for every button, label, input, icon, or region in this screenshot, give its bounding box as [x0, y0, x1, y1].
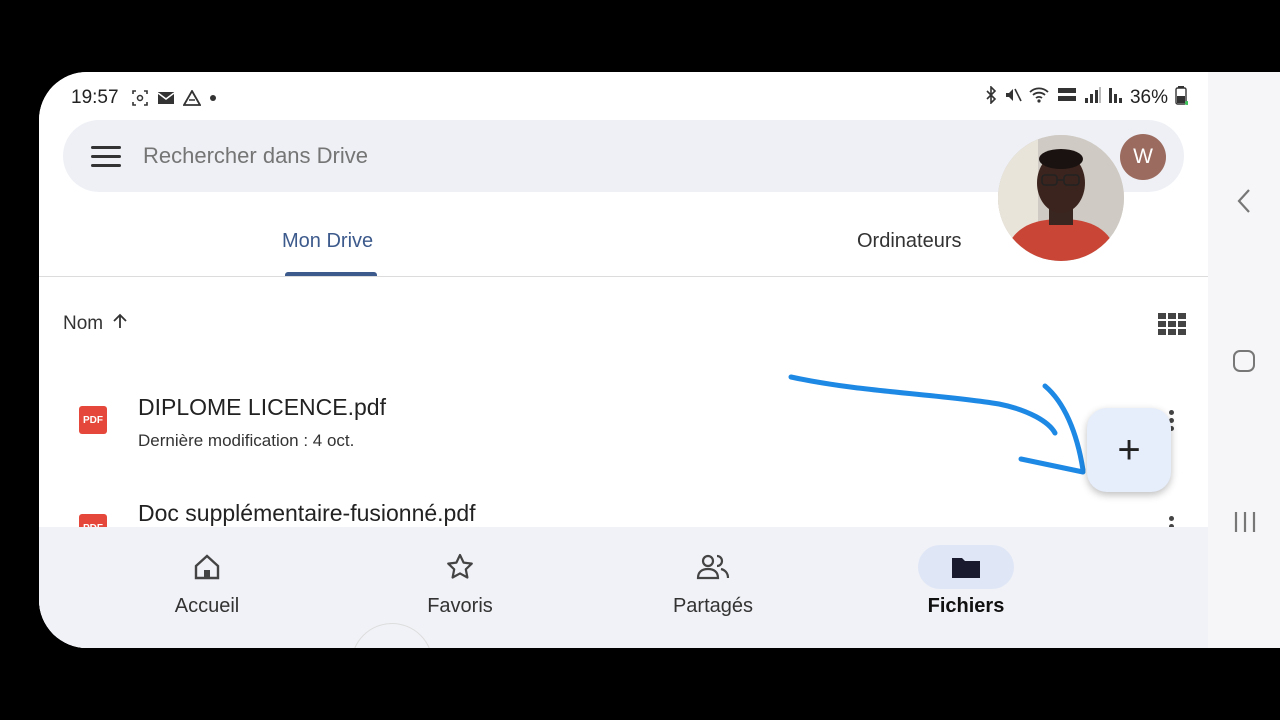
home-icon: [107, 545, 307, 589]
nav-accueil[interactable]: Accueil: [107, 545, 307, 618]
bottom-navigation: Accueil Favoris Partagés Fichiers: [39, 527, 1208, 648]
recents-icon[interactable]: [1233, 510, 1257, 539]
nav-label: Partagés: [672, 595, 754, 617]
nav-label: Accueil: [174, 595, 240, 617]
folder-icon: [918, 545, 1014, 589]
new-item-fab[interactable]: +: [1087, 408, 1171, 492]
back-icon[interactable]: [1236, 188, 1252, 219]
nav-partages[interactable]: Partagés: [613, 545, 813, 618]
people-icon: [613, 545, 813, 589]
nav-fichiers[interactable]: Fichiers: [866, 545, 1066, 618]
home-gesture-indicator: [351, 623, 433, 648]
star-icon: [360, 545, 560, 589]
nav-favoris[interactable]: Favoris: [360, 545, 560, 618]
nav-label: Fichiers: [927, 595, 1005, 617]
webcam-overlay: [998, 135, 1124, 261]
system-navigation-bar: [1208, 72, 1280, 648]
home-button-icon[interactable]: [1232, 349, 1256, 378]
person-image: [998, 135, 1124, 261]
nav-label: Favoris: [427, 595, 493, 617]
annotation-arrow-icon: [788, 374, 1086, 475]
